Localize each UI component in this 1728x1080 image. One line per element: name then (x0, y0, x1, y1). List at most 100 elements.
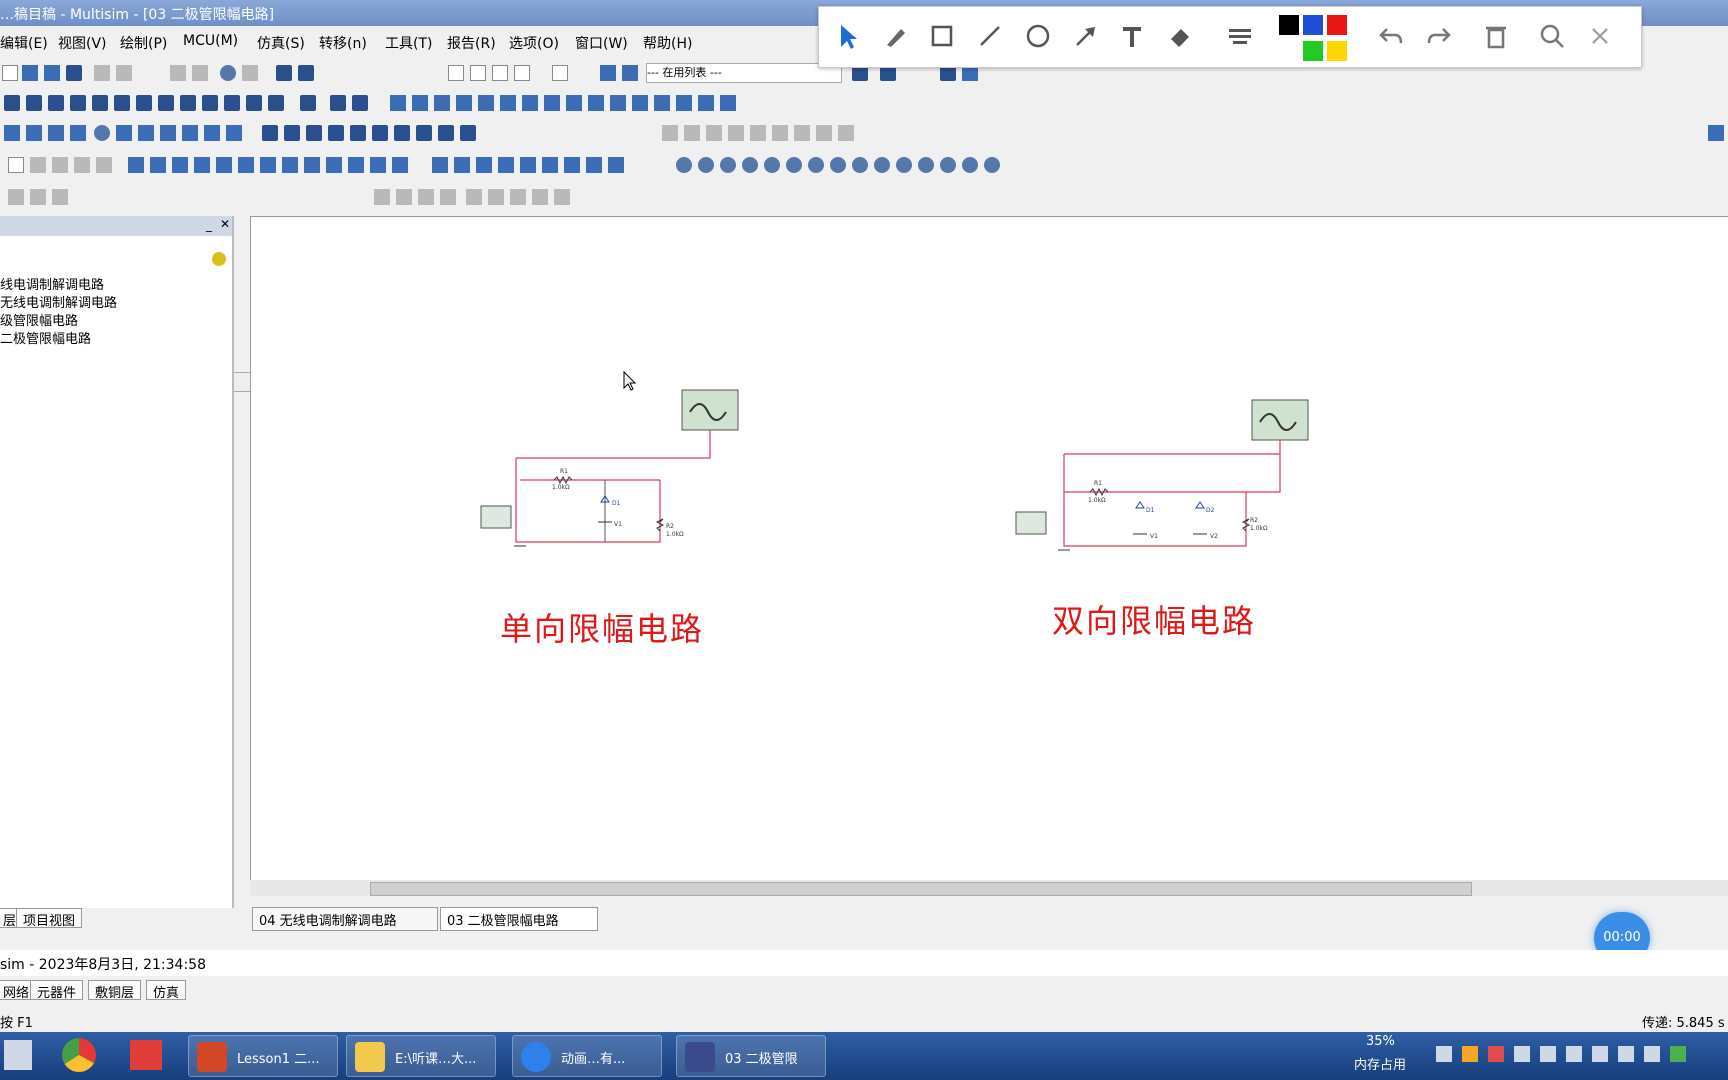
polyline-icon[interactable] (30, 157, 46, 173)
step-icon-2[interactable] (728, 125, 744, 141)
step-icon-7[interactable] (838, 125, 854, 141)
step-icon-1[interactable] (706, 125, 722, 141)
instrument-icon-8[interactable] (544, 95, 560, 111)
instrument-icon-16[interactable] (720, 95, 736, 111)
net-icon-6[interactable] (786, 157, 802, 173)
tab-simulation[interactable]: 仿真 (146, 980, 187, 1001)
task-explorer[interactable]: E:\听课…大... (346, 1035, 496, 1077)
color-swatch-white[interactable] (1279, 41, 1299, 61)
italic-icon[interactable] (396, 189, 412, 205)
scrollbar-thumb[interactable] (370, 882, 1472, 896)
instrument-icon-6[interactable] (500, 95, 516, 111)
select-icon[interactable] (833, 21, 863, 51)
grapher-icon[interactable] (514, 65, 530, 81)
pause-icon[interactable] (662, 125, 678, 141)
chrome-icon[interactable] (62, 1038, 96, 1072)
net-icon-15[interactable] (984, 157, 1000, 173)
net-icon-3[interactable] (720, 157, 736, 173)
connector-icon[interactable] (330, 95, 346, 111)
place-icon-11[interactable] (348, 157, 364, 173)
misc-digital-icon[interactable] (158, 95, 174, 111)
tool-icon-3[interactable] (48, 125, 64, 141)
instrument-icon-5[interactable] (478, 95, 494, 111)
line-icon[interactable] (975, 21, 1005, 51)
probe-icon-6[interactable] (372, 125, 388, 141)
place-icon-20[interactable] (564, 157, 580, 173)
tool-icon-11[interactable] (226, 125, 242, 141)
line-draw-icon[interactable] (52, 157, 68, 173)
tree-item-0[interactable]: 线电调制解调电路 (0, 274, 104, 293)
instrument-icon-2[interactable] (412, 95, 428, 111)
doc-tab-03[interactable]: 03 二极管限幅电路 (440, 907, 598, 931)
underline-icon[interactable] (418, 189, 434, 205)
instrument-icon-9[interactable] (566, 95, 582, 111)
instrument-icon-13[interactable] (654, 95, 670, 111)
basic-icon[interactable] (26, 95, 42, 111)
view-toggle-icon-1[interactable] (448, 65, 464, 81)
diode-d1-c2[interactable] (1135, 501, 1145, 509)
tool-icon-9[interactable] (182, 125, 198, 141)
toggle-icon-a[interactable] (276, 65, 292, 81)
menu-tools[interactable]: 工具(T) (385, 33, 432, 53)
stop-icon[interactable] (684, 125, 700, 141)
tray-icon-1[interactable] (1436, 1046, 1452, 1062)
place-icon-3[interactable] (172, 157, 188, 173)
mixed-icon[interactable] (180, 95, 196, 111)
net-icon-11[interactable] (896, 157, 912, 173)
source-icon[interactable] (4, 95, 20, 111)
place-icon-15[interactable] (454, 157, 470, 173)
redo-app-icon[interactable] (242, 65, 258, 81)
probe-icon-10[interactable] (460, 125, 476, 141)
place-icon-21[interactable] (586, 157, 602, 173)
arrow-icon[interactable] (1071, 21, 1101, 51)
doc-tab-04[interactable]: 04 无线电调制解调电路 (252, 907, 438, 931)
network-icon[interactable] (1592, 1046, 1608, 1062)
tool-icon-8[interactable] (160, 125, 176, 141)
probe-icon-7[interactable] (394, 125, 410, 141)
probe-icon-1[interactable] (262, 125, 278, 141)
instrument-icon-12[interactable] (632, 95, 648, 111)
print-icon[interactable] (94, 65, 110, 81)
net-icon-5[interactable] (764, 157, 780, 173)
format-icon-2[interactable] (30, 189, 46, 205)
panel-pin-icon[interactable]: _ (206, 218, 212, 232)
tray-icon-5[interactable] (1540, 1046, 1556, 1062)
place-icon-14[interactable] (432, 157, 448, 173)
tool-icon-6[interactable] (116, 125, 132, 141)
print-preview-icon[interactable] (116, 65, 132, 81)
undo-app-icon[interactable] (220, 65, 236, 81)
undo-icon[interactable] (1377, 21, 1407, 51)
transistor-icon[interactable] (70, 95, 86, 111)
menu-options[interactable]: 选项(O) (509, 33, 559, 53)
place-icon-9[interactable] (304, 157, 320, 173)
design-gear-icon[interactable] (212, 252, 226, 266)
tray-icon-6[interactable] (1644, 1046, 1660, 1062)
net-icon-8[interactable] (830, 157, 846, 173)
tool-icon-2[interactable] (26, 125, 42, 141)
task-multisim[interactable]: 03 二极管限 (676, 1035, 826, 1077)
panel-tab-project-view[interactable]: 项目视图 (16, 908, 83, 929)
rectangle-icon[interactable] (927, 21, 957, 51)
circuit1-title[interactable]: 单向限幅电路 (500, 604, 704, 650)
place-icon-13[interactable] (392, 157, 408, 173)
highlighter-icon[interactable] (1225, 21, 1255, 51)
net-icon-2[interactable] (698, 157, 714, 173)
panel-close-icon[interactable]: ✕ (220, 217, 230, 231)
tray-icon-4[interactable] (1514, 1046, 1530, 1062)
new-file-icon[interactable] (2, 65, 18, 81)
keyboard-icon[interactable] (1618, 1046, 1634, 1062)
tray-icon-2[interactable] (1462, 1046, 1478, 1062)
tab-components[interactable]: 元器件 (30, 980, 84, 1001)
align-left-icon[interactable] (466, 189, 482, 205)
indent-icon[interactable] (554, 189, 570, 205)
menu-reports[interactable]: 报告(R) (447, 33, 496, 53)
database-icon[interactable] (622, 65, 638, 81)
color-swatch-black[interactable] (1279, 15, 1299, 35)
menu-simulate[interactable]: 仿真(S) (257, 33, 305, 53)
instrument-icon-14[interactable] (676, 95, 692, 111)
step-icon-3[interactable] (750, 125, 766, 141)
format-icon-1[interactable] (8, 189, 24, 205)
text-icon[interactable] (1117, 21, 1147, 51)
diode-icon[interactable] (48, 95, 64, 111)
tree-item-2[interactable]: 级管限幅电路 (0, 310, 78, 329)
